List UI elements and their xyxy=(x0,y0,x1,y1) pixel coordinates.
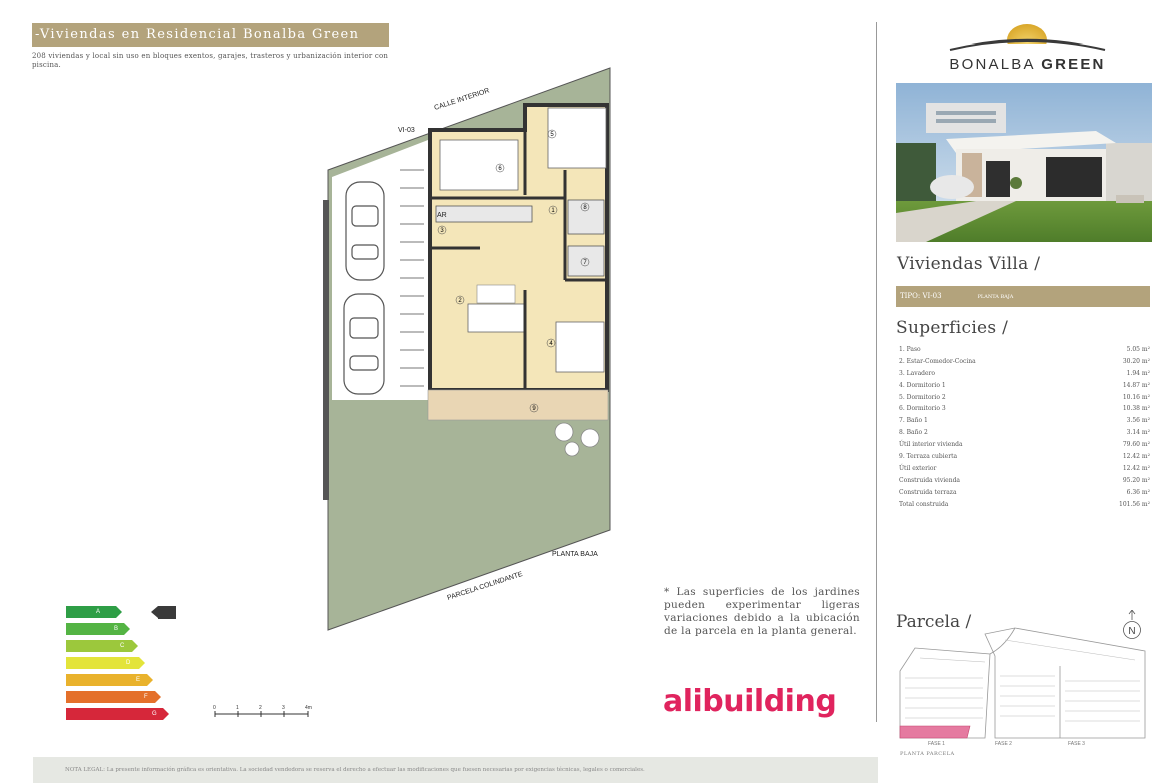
area-value: 1.94 m² xyxy=(1126,369,1150,377)
scale-tick: 2 xyxy=(259,705,262,711)
area-row: Total construida 101.56 m² xyxy=(899,499,1150,511)
area-value: 95.20 m² xyxy=(1122,476,1150,484)
planta-parcela-label: PLANTA PARCELA xyxy=(900,751,955,757)
phase-label: FASE 2 xyxy=(995,741,1012,747)
bonalba-green-logo[interactable]: BONALBA GREEN xyxy=(945,18,1110,73)
area-value: 30.20 m² xyxy=(1122,357,1150,365)
area-row: Construida vivienda 95.20 m² xyxy=(899,475,1150,487)
type-bar: TIPO: VI-03 PLANTA BAJA xyxy=(896,286,1150,307)
area-value: 12.42 m² xyxy=(1122,464,1150,472)
area-row: 4. Dormitorio 1 14.87 m² xyxy=(899,380,1150,392)
energy-class-e: E xyxy=(66,674,153,686)
area-row: 3. Lavadero 1.94 m² xyxy=(899,368,1150,380)
area-row: 8. Baño 2 3.14 m² xyxy=(899,427,1150,439)
type-floor: PLANTA BAJA xyxy=(977,294,1014,300)
energy-class-c: C xyxy=(66,640,138,652)
section-villa-heading: Viviendas Villa / xyxy=(897,254,1041,274)
area-row: Útil interior vivienda 79.60 m² xyxy=(899,439,1150,451)
phase-label: FASE 3 xyxy=(1068,741,1085,747)
area-label: Útil exterior xyxy=(899,464,937,472)
unit-code-label: VI-03 xyxy=(398,127,415,134)
area-row: Útil exterior 12.42 m² xyxy=(899,463,1150,475)
area-row: 6. Dormitorio 3 10.38 m² xyxy=(899,403,1150,415)
boundary-wall xyxy=(323,200,329,500)
area-value: 10.38 m² xyxy=(1122,405,1150,413)
area-value: 3.14 m² xyxy=(1126,429,1150,437)
floor-label: PLANTA BAJA xyxy=(552,551,598,558)
area-row: 5. Dormitorio 2 10.16 m² xyxy=(899,392,1150,404)
area-label: 6. Dormitorio 3 xyxy=(899,405,946,413)
brand-name-bold: GREEN xyxy=(1041,56,1106,73)
scale-bar: 0 1 2 3 4m xyxy=(213,705,312,717)
energy-class-f: F xyxy=(66,691,161,703)
area-label: 7. Baño 1 xyxy=(899,417,928,425)
area-label: 2. Estar-Comedor-Cocina xyxy=(899,357,976,365)
phase-label: FASE 1 xyxy=(928,741,945,747)
area-label: 3. Lavadero xyxy=(899,369,936,377)
area-row: 2. Estar-Comedor-Cocina 30.20 m² xyxy=(899,356,1150,368)
energy-class-a: A xyxy=(66,606,122,618)
garden-note: * Las superficies de los jardines pueden… xyxy=(664,586,860,637)
area-row: Construida terraza 6.36 m² xyxy=(899,487,1150,499)
area-row: 1. Paso 5.05 m² xyxy=(899,344,1150,356)
floor-plan: CALLE INTERIOR VI-03 PLANTA BAJA PARCELA… xyxy=(323,67,611,631)
area-label: 5. Dormitorio 2 xyxy=(899,393,946,401)
car-icon xyxy=(345,181,385,281)
area-label: Útil interior vivienda xyxy=(899,441,963,449)
page-title: -Viviendas en Residencial Bonalba Green xyxy=(32,23,389,47)
energy-class-d: D xyxy=(66,657,145,669)
area-value: 5.05 m² xyxy=(1126,346,1150,353)
area-label: 4. Dormitorio 1 xyxy=(899,381,946,389)
area-value: 101.56 m² xyxy=(1119,500,1150,508)
villa-render-image xyxy=(896,83,1152,242)
scale-tick: 1 xyxy=(236,705,239,711)
energy-class-b: B xyxy=(66,623,130,635)
scale-tick: 3 xyxy=(282,705,285,711)
house-outline xyxy=(428,103,609,392)
highlighted-plot xyxy=(899,725,971,739)
area-label: 8. Baño 2 xyxy=(899,429,928,437)
brand-name: BONALBA GREEN xyxy=(945,56,1110,73)
area-value: 12.42 m² xyxy=(1122,453,1150,461)
car-icon xyxy=(343,293,385,395)
area-value: 79.60 m² xyxy=(1122,441,1150,449)
scale-tick: 0 xyxy=(213,705,216,711)
section-superficies-heading: Superficies / xyxy=(896,318,1009,338)
area-table: 1. Paso 5.05 m² 2. Estar-Comedor-Cocina 30… xyxy=(899,344,1150,510)
energy-class-g: G xyxy=(66,708,169,720)
area-label: 1. Paso xyxy=(899,346,921,353)
scale-tick: 4m xyxy=(305,705,312,711)
area-label: 9. Terraza cubierta xyxy=(899,453,958,461)
energy-selected-marker xyxy=(151,606,176,619)
brand-name-light: BONALBA xyxy=(949,56,1035,73)
street-label: CALLE INTERIOR xyxy=(433,87,490,111)
area-value: 10.16 m² xyxy=(1122,393,1150,401)
area-row: 9. Terraza cubierta 12.42 m² xyxy=(899,451,1150,463)
area-value: 14.87 m² xyxy=(1122,381,1150,389)
area-value: 6.36 m² xyxy=(1126,488,1150,496)
type-code: TIPO: VI-03 xyxy=(900,292,942,300)
area-label: Total construida xyxy=(899,500,949,508)
ar-label: AR xyxy=(437,212,447,219)
area-value: 3.56 m² xyxy=(1126,417,1150,425)
sun-arc-icon xyxy=(945,24,1110,56)
vertical-divider xyxy=(876,22,877,722)
legal-note: NOTA LEGAL: La presente información gráf… xyxy=(33,757,878,783)
area-row: 7. Baño 1 3.56 m² xyxy=(899,415,1150,427)
alibuilding-logo[interactable]: alibuilding xyxy=(663,684,837,719)
area-label: Construida vivienda xyxy=(899,476,960,484)
terrace xyxy=(427,389,609,421)
parcela-site-map: FASE 1 FASE 2 FASE 3 xyxy=(899,627,1146,747)
area-label: Construida terraza xyxy=(899,488,957,496)
